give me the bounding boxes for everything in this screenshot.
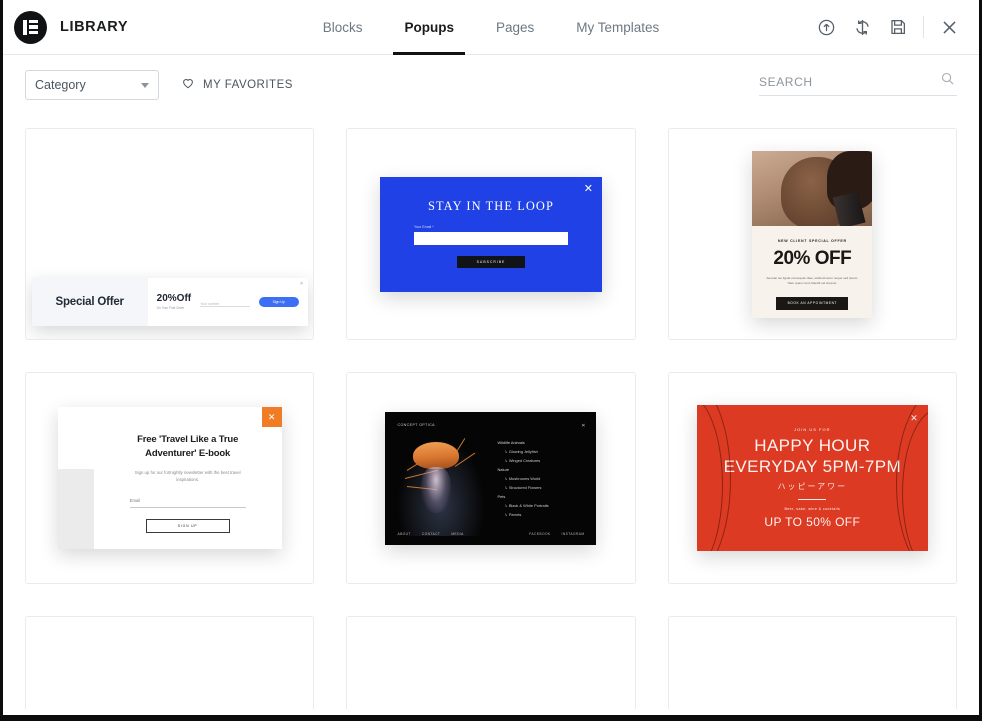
close-icon: ✕ bbox=[581, 422, 586, 429]
search-icon[interactable] bbox=[940, 71, 955, 91]
heart-icon bbox=[181, 76, 195, 95]
happy-japanese-text: ハッピーアワー bbox=[777, 482, 848, 492]
special-offer-brand: Special Offer bbox=[31, 278, 148, 326]
filter-bar: Category MY FAVORITES bbox=[3, 55, 979, 115]
happy-subtext: Beer, sake, wine & cocktails bbox=[784, 507, 841, 512]
footer-link: MEDIA bbox=[451, 531, 464, 536]
happy-eyebrow: JOIN US FOR bbox=[794, 426, 831, 432]
my-favorites-filter[interactable]: MY FAVORITES bbox=[181, 76, 293, 95]
footer-link: FACEBOOK bbox=[529, 531, 551, 536]
close-icon: ✕ bbox=[583, 182, 593, 195]
footer-link: INSTAGRAM bbox=[561, 531, 585, 536]
chevron-down-icon bbox=[141, 82, 149, 88]
special-offer-headline: 20%Off bbox=[156, 293, 192, 304]
close-icon: ✕ bbox=[299, 281, 304, 287]
travel-signup-button: SIGN UP bbox=[145, 518, 230, 533]
beauty-headline: 20% OFF bbox=[773, 247, 852, 269]
special-offer-field: Your number bbox=[200, 298, 250, 307]
menu-group: Pets bbox=[497, 493, 506, 499]
happy-headline-line1: HAPPY HOUR bbox=[754, 435, 871, 455]
happy-headline-line2: EVERYDAY 5PM-7PM bbox=[723, 456, 902, 476]
tab-pages[interactable]: Pages bbox=[475, 0, 555, 55]
tab-my-templates[interactable]: My Templates bbox=[555, 0, 680, 55]
library-header: LIBRARY Blocks Popups Pages My Templates bbox=[3, 0, 979, 55]
template-preview: Special Offer 20%Off On Your First Order… bbox=[31, 278, 308, 326]
close-icon: ✕ bbox=[261, 407, 282, 427]
category-select[interactable]: Category bbox=[25, 70, 159, 100]
tab-popups[interactable]: Popups bbox=[383, 0, 475, 55]
tab-blocks[interactable]: Blocks bbox=[302, 0, 384, 55]
menu-item: Mushrooms World bbox=[504, 476, 548, 481]
template-preview: ✕ JOIN US FOR HAPPY HOUR EVERYDAY 5PM-7P… bbox=[696, 405, 928, 551]
template-card-stay-in-touch[interactable]: ✕ STAY IN TOUCH bbox=[25, 616, 315, 709]
travel-paragraph: Sign up for our fortnightly newsletter w… bbox=[134, 469, 241, 483]
template-card-concept-optica-gallery[interactable]: CONCEPT OPTICA ✕ Wildlife Animals Glowin… bbox=[346, 372, 636, 584]
loop-subscribe-button: SUBSCRIBE bbox=[456, 255, 525, 268]
menu-group: Nature bbox=[497, 466, 510, 472]
beauty-paragraph: Aenean leo ligula consequat vitae, eleif… bbox=[766, 275, 859, 286]
special-offer-subtext: On Your First Order bbox=[156, 306, 185, 310]
library-modal: LIBRARY Blocks Popups Pages My Templates bbox=[3, 0, 979, 715]
window-bottom-bar bbox=[0, 715, 982, 721]
template-preview: NEW CLIENT SPECIAL OFFER 20% OFF Aenean … bbox=[752, 150, 873, 318]
menu-item: Black & White Portraits bbox=[504, 503, 549, 508]
menu-item: Winged Creatures bbox=[504, 458, 548, 463]
loop-field-label: Your Email * bbox=[413, 224, 434, 229]
beauty-eyebrow: NEW CLIENT SPECIAL OFFER bbox=[777, 238, 847, 243]
gallery-footer: ABOUT CONTACT MEDIA FACEBOOK INSTAGRAM bbox=[397, 532, 584, 536]
template-preview: CONCEPT OPTICA ✕ Wildlife Animals Glowin… bbox=[385, 411, 597, 545]
search-box bbox=[759, 72, 957, 96]
divider bbox=[798, 499, 827, 501]
beauty-cta-button: BOOK AN APPOINTMENT bbox=[776, 296, 849, 310]
menu-item: Glowing Jellyfish bbox=[504, 449, 548, 454]
template-preview: Free 'Travel Like a True Adventurer' E-b… bbox=[57, 407, 282, 549]
template-card-stay-in-the-loop[interactable]: ✕ STAY IN THE LOOP Your Email * SUBSCRIB… bbox=[346, 128, 636, 340]
menu-item: Parrots bbox=[504, 512, 548, 517]
close-icon: ✕ bbox=[910, 413, 918, 423]
template-preview: ✕ STAY IN THE LOOP Your Email * SUBSCRIB… bbox=[379, 176, 602, 292]
gallery-menu: Wildlife Animals Glowing Jellyfish Winge… bbox=[497, 440, 548, 521]
template-card-travel-ebook[interactable]: Free 'Travel Like a True Adventurer' E-b… bbox=[25, 372, 315, 584]
footer-link: ABOUT bbox=[397, 531, 411, 536]
special-offer-button: Sign Up bbox=[258, 297, 299, 307]
loop-title: STAY IN THE LOOP bbox=[428, 198, 554, 213]
template-card-flooring-discount[interactable]: Sign up and get 10% Off On all flooring … bbox=[346, 616, 636, 709]
happy-offer: UP TO 50% OFF bbox=[764, 515, 861, 530]
my-favorites-label: MY FAVORITES bbox=[203, 79, 293, 91]
library-tabs: Blocks Popups Pages My Templates bbox=[3, 0, 979, 55]
menu-group: Wildlife Animals bbox=[497, 439, 525, 445]
model-photo bbox=[752, 150, 873, 226]
footer-link: CONTACT bbox=[421, 531, 441, 536]
search-input[interactable] bbox=[759, 74, 957, 89]
menu-item: Structured Flowers bbox=[504, 485, 548, 490]
template-grid: Special Offer 20%Off On Your First Order… bbox=[3, 116, 979, 709]
template-card-new-client-special-offer[interactable]: NEW CLIENT SPECIAL OFFER 20% OFF Aenean … bbox=[667, 128, 957, 340]
travel-email-field: Email bbox=[129, 498, 246, 508]
travel-title: Free 'Travel Like a True Adventurer' E-b… bbox=[137, 434, 239, 459]
template-card-special-offer[interactable]: Special Offer 20%Off On Your First Order… bbox=[25, 128, 315, 340]
loop-email-input bbox=[413, 231, 568, 245]
category-select-value: Category bbox=[35, 78, 86, 92]
template-card-happy-hour[interactable]: ✕ JOIN US FOR HAPPY HOUR EVERYDAY 5PM-7P… bbox=[667, 372, 957, 584]
template-card-green-side-menu[interactable]: ✕ HOME ABOUT SERVICES GALLERY bbox=[667, 616, 957, 709]
